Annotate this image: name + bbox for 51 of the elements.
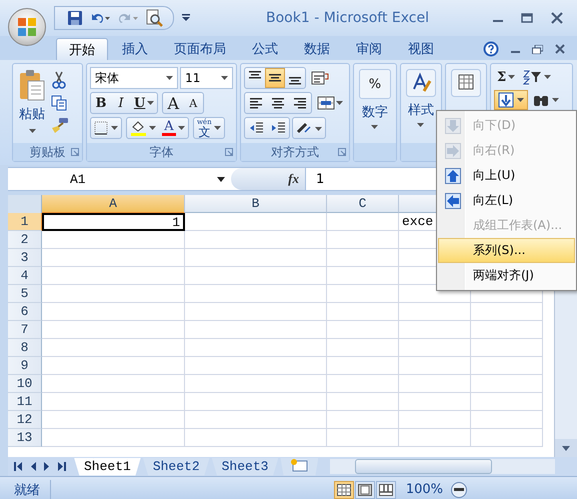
row-header[interactable]: 13: [8, 429, 42, 447]
zoom-level[interactable]: 100%: [406, 482, 443, 497]
group-label: 对齐方式: [270, 144, 319, 160]
ribbon-tab[interactable]: 公式: [240, 38, 290, 60]
ribbon-tab[interactable]: 审阅: [344, 38, 394, 60]
row-header[interactable]: 3: [8, 249, 42, 267]
bold-button[interactable]: B: [90, 93, 111, 113]
menu-item[interactable]: 两端对齐(J): [438, 263, 575, 288]
ribbon-tab[interactable]: 页面布局: [162, 38, 238, 60]
column-header[interactable]: B: [185, 195, 327, 213]
font-size-field[interactable]: 11: [180, 67, 233, 89]
group-label: 剪贴板: [29, 144, 66, 160]
row-header[interactable]: 5: [8, 285, 42, 303]
ribbon-tab[interactable]: 视图: [396, 38, 446, 60]
ribbon-tab[interactable]: 插入: [110, 38, 160, 60]
ribbon-tab[interactable]: 开始: [56, 38, 108, 60]
autosum-button[interactable]: Σ: [494, 67, 518, 87]
status-text: 就绪: [0, 480, 51, 499]
sheet-tab[interactable]: Sheet3: [212, 458, 278, 476]
menu-item[interactable]: 向上(U): [438, 163, 575, 188]
styles-button[interactable]: 样式: [404, 67, 438, 140]
menu-item[interactable]: 系列(S)...: [438, 238, 575, 263]
row-header[interactable]: 9: [8, 357, 42, 375]
font-color-button[interactable]: A: [158, 118, 188, 138]
row-header[interactable]: 11: [8, 393, 42, 411]
number-format-button[interactable]: % 数字: [356, 67, 393, 140]
italic-button[interactable]: I: [110, 93, 131, 113]
row-header[interactable]: 12: [8, 411, 42, 429]
row-header[interactable]: 2: [8, 231, 42, 249]
row-header[interactable]: 6: [8, 303, 42, 321]
paste-button[interactable]: 粘贴: [16, 67, 48, 140]
row-header[interactable]: 4: [8, 267, 42, 285]
shrink-font-button[interactable]: A: [183, 93, 204, 113]
row-header[interactable]: 10: [8, 375, 42, 393]
menu-item[interactable]: 向左(L): [438, 188, 575, 213]
formula-value[interactable]: 1: [316, 172, 324, 186]
group-label: 字体: [149, 144, 174, 160]
row-header[interactable]: 1: [8, 213, 42, 231]
sheet-tab[interactable]: Sheet1: [74, 458, 141, 476]
table-cell: 1: [42, 213, 185, 231]
window-title: Book1 - Microsoft Excel: [265, 10, 430, 26]
column-header[interactable]: C: [327, 195, 399, 213]
grow-font-button[interactable]: A: [163, 93, 184, 113]
ribbon-tab[interactable]: 数据: [292, 38, 342, 60]
column-header[interactable]: A: [42, 195, 185, 213]
underline-button[interactable]: U: [130, 93, 158, 113]
font-name-field[interactable]: 宋体: [90, 67, 178, 89]
row-header[interactable]: 8: [8, 339, 42, 357]
row-header[interactable]: 7: [8, 321, 42, 339]
sheet-tab[interactable]: Sheet2: [142, 458, 210, 476]
insert-function-button[interactable]: fx: [288, 171, 299, 187]
